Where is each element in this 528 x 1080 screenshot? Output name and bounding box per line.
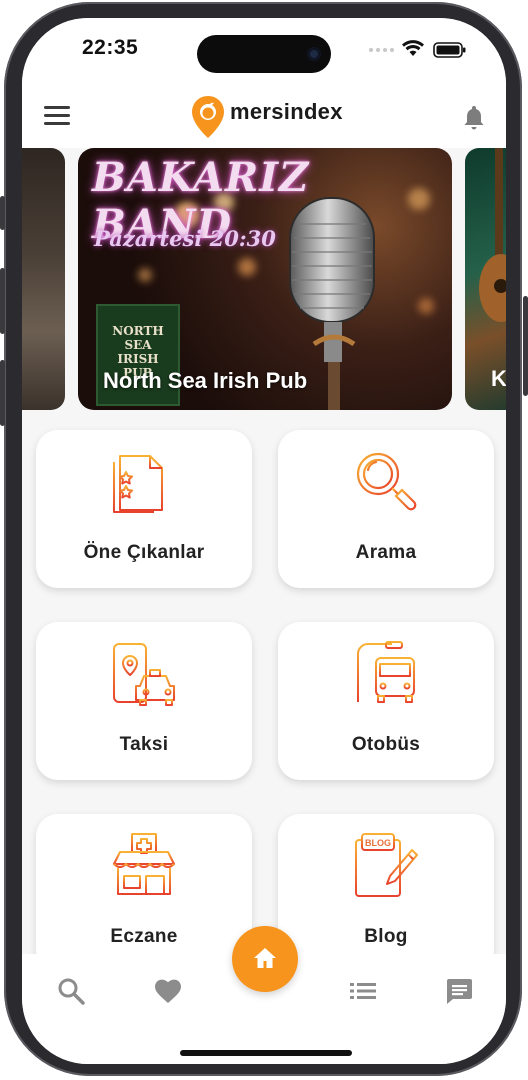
home-button[interactable] (232, 926, 298, 992)
carousel-card-next[interactable]: K (465, 148, 506, 410)
hamburger-menu-icon[interactable] (44, 106, 70, 126)
dynamic-island (197, 35, 331, 73)
home-icon (254, 948, 276, 968)
app-header: mersindex (22, 82, 506, 150)
blog-icon: BLOG (355, 833, 418, 897)
venue-name: North Sea Irish Pub (103, 368, 308, 393)
status-bar: 22:35 (22, 18, 506, 82)
next-card-caption: K (491, 366, 506, 391)
tile-label: Öne Çıkanlar (83, 542, 205, 563)
tile-label: Eczane (110, 926, 178, 947)
heart-icon[interactable] (153, 976, 183, 1006)
bus-icon (354, 641, 418, 703)
map-pin-logo-icon (192, 96, 224, 138)
tile-taxi[interactable]: Taksi (36, 622, 252, 780)
tile-label: Arama (355, 542, 417, 563)
tile-blog[interactable]: BLOG Blog (278, 814, 494, 972)
volume-down-button (0, 360, 5, 426)
battery-icon (433, 42, 466, 58)
tile-search[interactable]: Arama (278, 430, 494, 588)
taxi-icon (113, 643, 175, 706)
tile-label: Taksi (119, 734, 169, 755)
tile-pharmacy[interactable]: Eczane (36, 814, 252, 972)
event-carousel[interactable]: BAKARIZ BAND Pazartesi 20:30 NORTH SEA I… (22, 148, 506, 410)
ukulele-image (479, 148, 506, 322)
power-button (523, 296, 528, 396)
bell-icon[interactable] (462, 104, 486, 130)
volume-up-button (0, 268, 5, 334)
tile-featured[interactable]: Öne Çıkanlar (36, 430, 252, 588)
tile-label: Blog (364, 926, 408, 947)
camera-icon (307, 47, 321, 61)
home-indicator (180, 1050, 352, 1056)
featured-list-icon (113, 455, 163, 513)
event-datetime: Pazartesi 20:30 (94, 226, 276, 251)
blog-icon-text: BLOG (365, 838, 391, 848)
status-icons (369, 40, 466, 58)
carousel-card-previous[interactable] (22, 148, 65, 410)
brand-name: mersindex (230, 99, 343, 124)
tile-bus[interactable]: Otobüs (278, 622, 494, 780)
carousel-card-active[interactable]: BAKARIZ BAND Pazartesi 20:30 NORTH SEA I… (78, 148, 452, 410)
screen: 22:35 mersindex BAKARIZ BAND Pazartesi 2… (22, 18, 506, 1064)
search-icon[interactable] (56, 976, 86, 1006)
magnifier-icon (356, 452, 417, 511)
status-time: 22:35 (82, 36, 139, 59)
wifi-icon (402, 40, 424, 56)
brand-logo: mersindex (190, 94, 343, 140)
chat-icon[interactable] (444, 976, 474, 1006)
mute-switch (0, 196, 5, 230)
list-icon[interactable] (348, 976, 378, 1006)
pharmacy-icon (112, 833, 176, 895)
tile-label: Otobüs (351, 734, 421, 755)
cellular-signal-icon (369, 48, 394, 52)
